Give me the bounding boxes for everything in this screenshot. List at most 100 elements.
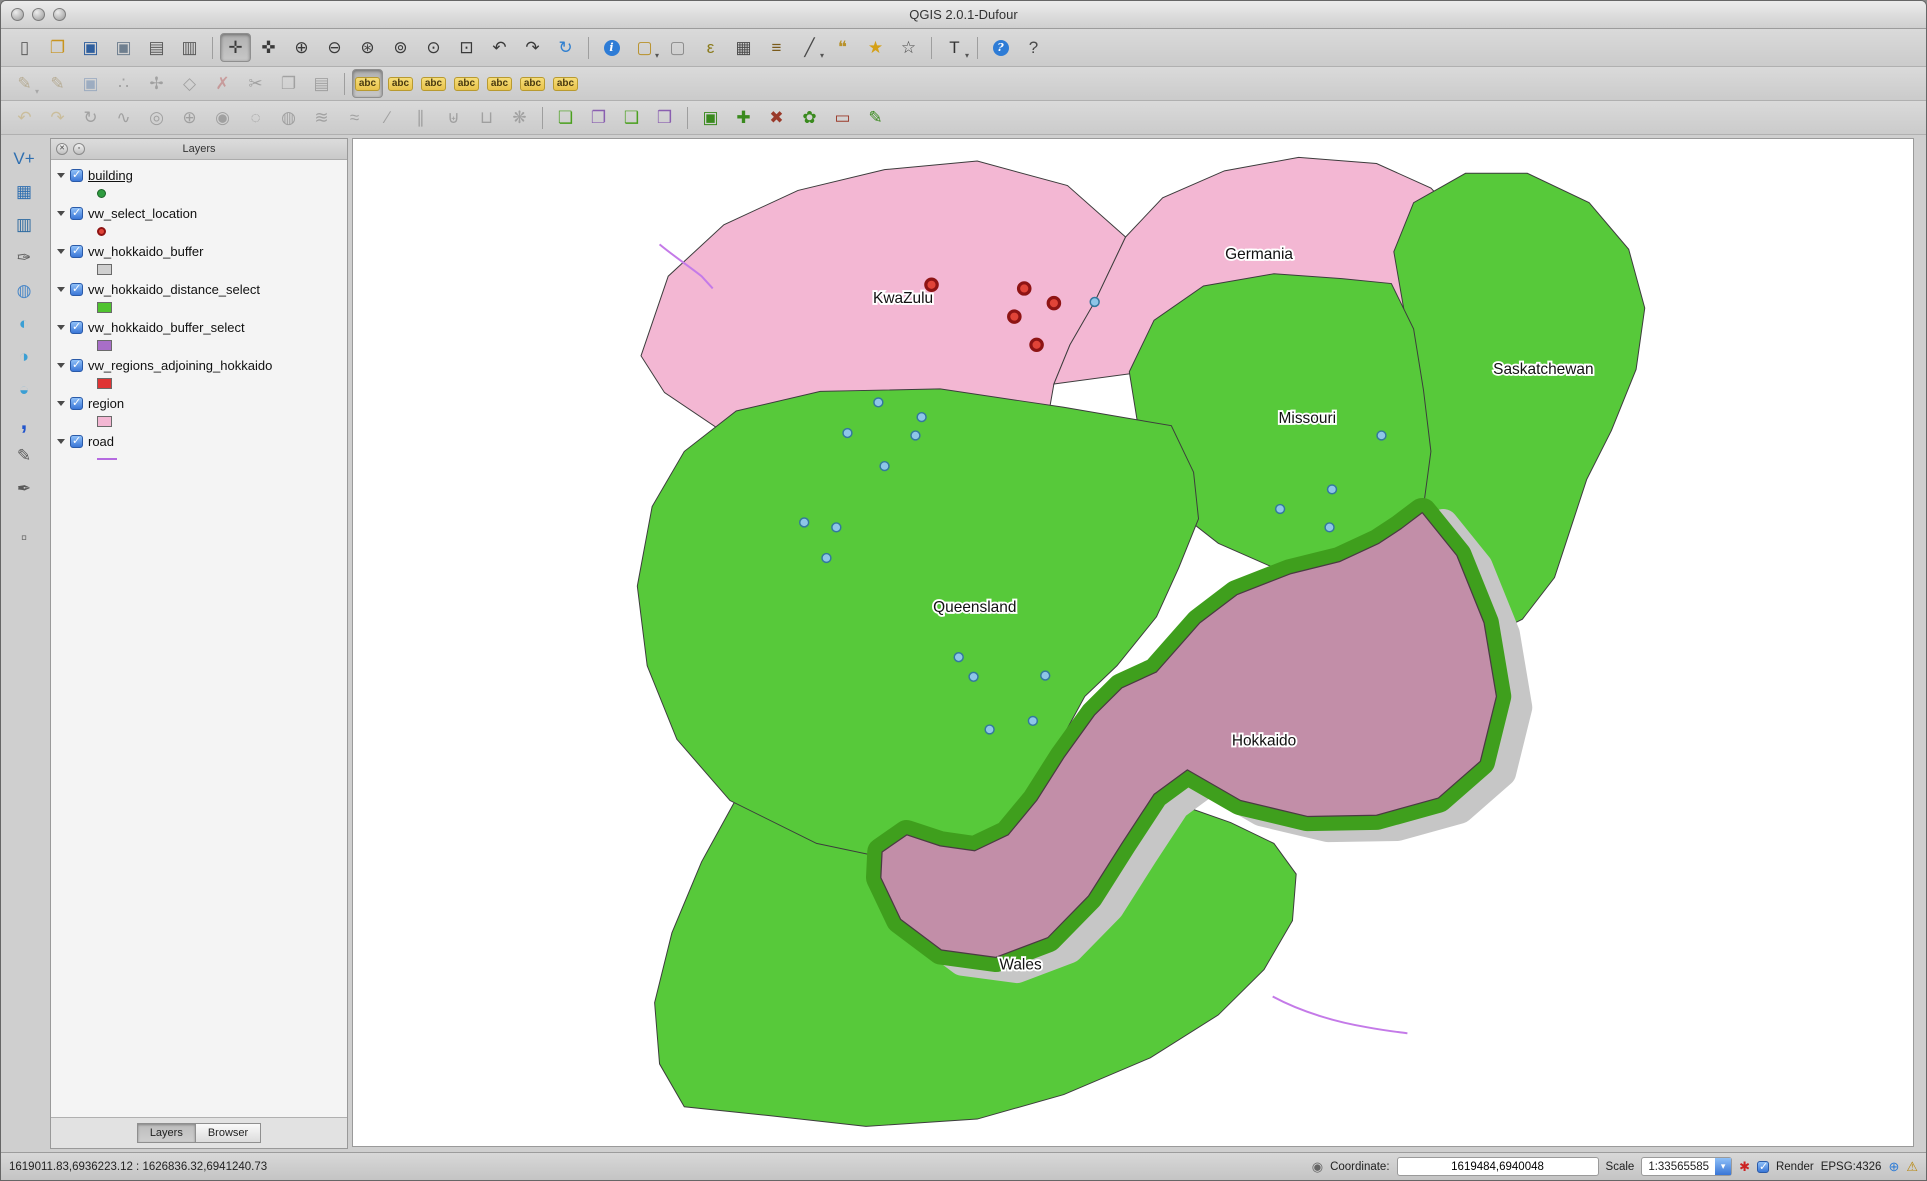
select-features-button[interactable]: ▢: [629, 33, 660, 62]
redo-button[interactable]: ↷: [42, 103, 73, 132]
layer-label[interactable]: region: [88, 396, 124, 411]
identify-features-button[interactable]: i: [596, 33, 627, 62]
layer-label[interactable]: vw_hokkaido_buffer_select: [88, 320, 245, 335]
rotate-label-button[interactable]: abc: [451, 69, 482, 98]
layer-item-region[interactable]: region: [51, 392, 347, 430]
save-layer-edits-button[interactable]: ▣: [75, 69, 106, 98]
map-tips-button[interactable]: ❝: [827, 33, 858, 62]
render-checkbox[interactable]: [1757, 1161, 1769, 1173]
layer-item-vw-regions-adjoining-hokkaido[interactable]: vw_regions_adjoining_hokkaido: [51, 354, 347, 392]
fill-ring-button[interactable]: ◉: [207, 103, 238, 132]
layer-expand-arrow-icon[interactable]: [57, 173, 65, 178]
reshape-features-button[interactable]: ≈: [339, 103, 370, 132]
chevron-down-icon[interactable]: [1715, 1158, 1731, 1175]
crs-status-button[interactable]: ⊕: [1888, 1160, 1899, 1173]
close-button[interactable]: [11, 8, 24, 21]
zoom-to-selection-button[interactable]: ⊚: [385, 33, 416, 62]
delete-part-button[interactable]: ◍: [273, 103, 304, 132]
offset-curve-button[interactable]: ≋: [306, 103, 337, 132]
grass-close-mapset-button[interactable]: ✖: [761, 103, 792, 132]
layer-label[interactable]: vw_regions_adjoining_hokkaido: [88, 358, 272, 373]
union-tool-button[interactable]: ❏: [550, 103, 581, 132]
difference-tool-button[interactable]: ❑: [616, 103, 647, 132]
split-features-button[interactable]: ∕: [372, 103, 403, 132]
deselect-features-button[interactable]: ▢: [662, 33, 693, 62]
scale-combo[interactable]: 1:33565585: [1641, 1157, 1732, 1176]
grass-tools-button[interactable]: ✿: [794, 103, 825, 132]
field-calculator-button[interactable]: ≡: [761, 33, 792, 62]
zoom-last-button[interactable]: ↶: [484, 33, 515, 62]
text-annotation-button[interactable]: T: [939, 33, 970, 62]
simplify-feature-button[interactable]: ∿: [108, 103, 139, 132]
layer-label[interactable]: vw_hokkaido_distance_select: [88, 282, 260, 297]
merge-features-button[interactable]: ⊎: [438, 103, 469, 132]
grass-edit-region-button[interactable]: ✎: [860, 103, 891, 132]
select-by-expression-button[interactable]: ε: [695, 33, 726, 62]
legend-filter-button[interactable]: ▫: [8, 522, 40, 552]
labeling-button[interactable]: abc: [352, 69, 383, 98]
toggle-editing-button[interactable]: ✎: [42, 69, 73, 98]
measure-button[interactable]: ╱: [794, 33, 825, 62]
move-label-button[interactable]: abc: [418, 69, 449, 98]
add-raster-layer-button[interactable]: ▦: [8, 176, 40, 206]
zoom-to-layer-button[interactable]: ⊙: [418, 33, 449, 62]
layer-item-vw-hokkaido-buffer[interactable]: vw_hokkaido_buffer: [51, 240, 347, 278]
rotate-point-symbols-button[interactable]: ❋: [504, 103, 535, 132]
paste-features-button[interactable]: ▤: [306, 69, 337, 98]
new-project-button[interactable]: ▯: [9, 33, 40, 62]
layer-item-vw-hokkaido-distance-select[interactable]: vw_hokkaido_distance_select: [51, 278, 347, 316]
map-canvas[interactable]: KwaZulu Germania Saskatchewan Missouri Q…: [352, 138, 1914, 1147]
layer-expand-arrow-icon[interactable]: [57, 249, 65, 254]
new-spatialite-layer-button[interactable]: ✒: [8, 473, 40, 503]
stop-render-icon[interactable]: ✱: [1739, 1160, 1750, 1173]
show-hide-labels-button[interactable]: abc: [517, 69, 548, 98]
layer-checkbox[interactable]: [70, 321, 83, 334]
layer-checkbox[interactable]: [70, 359, 83, 372]
layer-item-vw-hokkaido-buffer-select[interactable]: vw_hokkaido_buffer_select: [51, 316, 347, 354]
open-project-button[interactable]: ❐: [42, 33, 73, 62]
coordinate-input[interactable]: [1397, 1157, 1599, 1176]
cut-features-button[interactable]: ✂: [240, 69, 271, 98]
zoom-out-button[interactable]: ⊖: [319, 33, 350, 62]
undo-button[interactable]: ↶: [9, 103, 40, 132]
delete-selected-button[interactable]: ✗: [207, 69, 238, 98]
composer-manager-button[interactable]: ▥: [174, 33, 205, 62]
messages-button[interactable]: ⚠: [1906, 1160, 1918, 1173]
add-vector-layer-button[interactable]: V+: [8, 143, 40, 173]
move-feature-button[interactable]: ✢: [141, 69, 172, 98]
new-bookmark-button[interactable]: ★: [860, 33, 891, 62]
add-part-button[interactable]: ⊕: [174, 103, 205, 132]
clip-tool-button[interactable]: ❒: [649, 103, 680, 132]
copy-features-button[interactable]: ❐: [273, 69, 304, 98]
highlight-pinned-labels-button[interactable]: abc: [550, 69, 581, 98]
layer-item-building[interactable]: building: [51, 164, 347, 202]
show-bookmarks-button[interactable]: ☆: [893, 33, 924, 62]
save-project-as-button[interactable]: ▣: [108, 33, 139, 62]
layer-expand-arrow-icon[interactable]: [57, 363, 65, 368]
add-wfs-layer-button[interactable]: ◒: [8, 374, 40, 404]
layer-item-road[interactable]: road: [51, 430, 347, 468]
rotate-feature-button[interactable]: ↻: [75, 103, 106, 132]
layer-checkbox[interactable]: [70, 435, 83, 448]
whats-this-button[interactable]: ?: [1018, 33, 1049, 62]
add-wcs-layer-button[interactable]: ◑: [8, 341, 40, 371]
layer-expand-arrow-icon[interactable]: [57, 439, 65, 444]
add-spatialite-layer-button[interactable]: ✑: [8, 242, 40, 272]
zoom-full-button[interactable]: ⊛: [352, 33, 383, 62]
layer-expand-arrow-icon[interactable]: [57, 325, 65, 330]
zoom-in-button[interactable]: ⊕: [286, 33, 317, 62]
layer-expand-arrow-icon[interactable]: [57, 287, 65, 292]
open-attribute-table-button[interactable]: ▦: [728, 33, 759, 62]
tab-layers[interactable]: Layers: [137, 1123, 196, 1143]
layer-checkbox[interactable]: [70, 245, 83, 258]
layer-label[interactable]: vw_select_location: [88, 206, 197, 221]
add-mssql-layer-button[interactable]: ◍: [8, 275, 40, 305]
layer-checkbox[interactable]: [70, 207, 83, 220]
minimize-button[interactable]: [32, 8, 45, 21]
zoom-next-button[interactable]: ↷: [517, 33, 548, 62]
pan-map-button[interactable]: ✛: [220, 33, 251, 62]
layer-expand-arrow-icon[interactable]: [57, 211, 65, 216]
layer-checkbox[interactable]: [70, 283, 83, 296]
zoom-native-button[interactable]: ⊡: [451, 33, 482, 62]
layer-checkbox[interactable]: [70, 169, 83, 182]
